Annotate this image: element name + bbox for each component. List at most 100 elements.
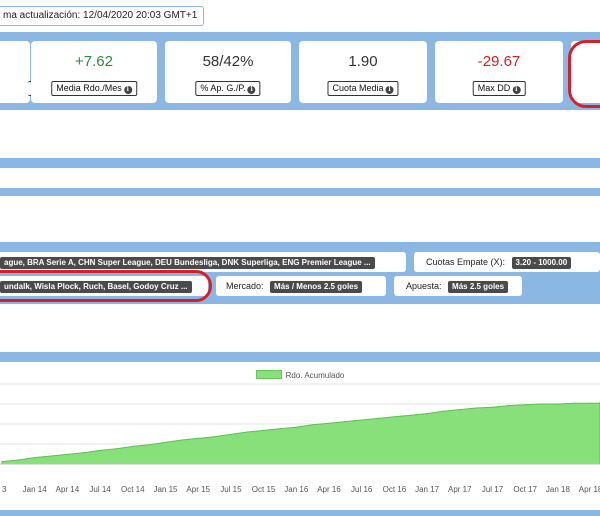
data-point[interactable] xyxy=(17,459,19,461)
data-point[interactable] xyxy=(573,402,575,404)
data-point[interactable] xyxy=(508,405,510,407)
dashboard: ma actualización: 12/04/2020 20:03 GMT+1… xyxy=(0,0,600,516)
filter-market-value: Más / Menos 2.5 goles xyxy=(270,281,363,293)
data-point[interactable] xyxy=(1,461,3,463)
data-point[interactable] xyxy=(148,444,150,446)
stat-label-text: Cuota Media xyxy=(332,83,384,93)
data-point[interactable] xyxy=(214,436,216,438)
data-point[interactable] xyxy=(99,449,101,451)
stat-card-max-dd: -29.67 Max DD i xyxy=(435,41,563,103)
stat-value-monthly-avg: +7.62 xyxy=(75,53,113,70)
filter-bet-label: Apuesta: xyxy=(406,281,442,291)
data-point[interactable] xyxy=(164,441,167,443)
stats-band: +7.62 Media Rdo./Mes i 58/42% % Ap. G./P.… xyxy=(0,32,600,110)
chart-card: Rdo. Acumulado 3 Jan 14 Apr 14 Jul 14 Oct 14… xyxy=(0,362,600,510)
stat-label-text: Max DD xyxy=(477,83,511,93)
data-point[interactable] xyxy=(295,426,297,428)
x-tick-label: Apr 14 xyxy=(56,485,80,494)
stat-card-partial xyxy=(0,41,32,103)
filter-market-label: Mercado: xyxy=(226,281,264,291)
x-tick-label: Jul 14 xyxy=(89,485,111,494)
filter-draw-odds[interactable]: Cuotas Empate (X): 3.20 - 1000.00 xyxy=(414,252,600,272)
chart-band: Rdo. Acumulado 3 Jan 14 Apr 14 Jul 14 Oct 14… xyxy=(0,352,600,516)
stat-card-hit-rate: 58/42% % Ap. G./P. i xyxy=(165,41,291,103)
data-point[interactable] xyxy=(393,416,395,418)
stat-value-max-dd: -29.67 xyxy=(477,53,521,70)
stat-label-avg-odds[interactable]: Cuota Media i xyxy=(327,81,399,96)
data-point[interactable] xyxy=(491,406,494,408)
data-point[interactable] xyxy=(410,414,412,416)
data-point[interactable] xyxy=(377,417,379,419)
data-point[interactable] xyxy=(312,424,314,426)
x-tick-label: Oct 17 xyxy=(513,485,537,494)
filter-leagues-value: ague, BRA Serie A, CHN Super League, DEU… xyxy=(0,257,375,269)
data-point[interactable] xyxy=(230,433,232,435)
x-tick-label: 3 xyxy=(2,485,7,494)
filter-leagues[interactable]: ague, BRA Serie A, CHN Super League, DEU… xyxy=(0,252,406,272)
data-point[interactable] xyxy=(246,431,248,433)
stat-card-avg-odds: 1.90 Cuota Media i xyxy=(299,41,427,103)
stat-value-hit-rate: 58/42% xyxy=(202,53,254,70)
data-point[interactable] xyxy=(83,452,85,454)
section-divider-1 xyxy=(0,158,600,168)
info-icon[interactable]: i xyxy=(123,86,132,94)
x-tick-label: Apr 18 xyxy=(579,485,600,494)
filter-bet[interactable]: Apuesta: Más 2.5 goles xyxy=(394,276,522,296)
x-tick-label: Jul 17 xyxy=(482,485,504,494)
info-icon[interactable]: i xyxy=(385,86,394,94)
stat-label-text: % Ap. G./P. xyxy=(200,83,246,93)
stat-value-avg-odds: 1.90 xyxy=(348,53,378,70)
data-point[interactable] xyxy=(426,413,428,415)
x-tick-label: Jan 14 xyxy=(23,485,48,494)
stat-label-max-dd[interactable]: Max DD i xyxy=(472,81,526,96)
section-divider-2 xyxy=(0,188,600,196)
filter-market[interactable]: Mercado: Más / Menos 2.5 goles xyxy=(216,276,386,296)
data-point[interactable] xyxy=(66,453,68,455)
last-update-badge: ma actualización: 12/04/2020 20:03 GMT+1 xyxy=(0,6,205,26)
data-point[interactable] xyxy=(475,407,477,409)
highlight-oval-teams xyxy=(0,270,212,302)
last-update-text: ma actualización: 12/04/2020 20:03 GMT+1 xyxy=(3,10,198,21)
x-tick-label: Jan 18 xyxy=(546,485,571,494)
x-tick-label: Jan 15 xyxy=(153,485,178,494)
stat-label-text: Media Rdo./Mes xyxy=(56,83,122,93)
data-point[interactable] xyxy=(279,428,281,430)
x-tick-label: Jul 16 xyxy=(351,485,373,494)
x-tick-label: Oct 14 xyxy=(121,485,145,494)
filter-draw-odds-value: 3.20 - 1000.00 xyxy=(511,257,572,269)
stat-label-monthly-avg[interactable]: Media Rdo./Mes i xyxy=(51,81,137,96)
data-point[interactable] xyxy=(541,403,543,405)
x-tick-label: Jan 16 xyxy=(284,485,309,494)
cumulative-result-chart: 3 Jan 14 Apr 14 Jul 14 Oct 14 Jan 15 Apr 15 Jul… xyxy=(0,383,600,494)
data-point[interactable] xyxy=(132,445,134,447)
series-area-rdo-acumulado[interactable] xyxy=(1,401,600,465)
stat-card-monthly-avg: +7.62 Media Rdo./Mes i xyxy=(31,41,157,103)
x-tick-label: Jan 17 xyxy=(415,485,440,494)
data-point[interactable] xyxy=(459,409,461,411)
stat-label-hit-rate[interactable]: % Ap. G./P. i xyxy=(195,81,261,96)
data-point[interactable] xyxy=(115,448,118,450)
data-point[interactable] xyxy=(442,410,445,412)
data-point[interactable] xyxy=(263,429,265,431)
data-point[interactable] xyxy=(524,404,526,406)
info-icon[interactable]: i xyxy=(512,86,521,94)
data-point[interactable] xyxy=(34,457,36,459)
data-point[interactable] xyxy=(557,403,559,405)
x-tick-label: Apr 15 xyxy=(186,485,210,494)
info-icon[interactable]: i xyxy=(247,86,256,94)
filter-bet-value: Más 2.5 goles xyxy=(448,281,509,293)
data-point[interactable] xyxy=(328,422,330,424)
data-point[interactable] xyxy=(181,439,183,441)
filter-draw-odds-label: Cuotas Empate (X): xyxy=(426,257,506,267)
x-tick-label: Oct 16 xyxy=(383,485,407,494)
x-tick-label: Apr 17 xyxy=(448,485,472,494)
x-tick-label: Oct 15 xyxy=(252,485,276,494)
data-point[interactable] xyxy=(344,421,346,423)
highlight-oval-stat xyxy=(568,40,600,108)
data-point[interactable] xyxy=(197,437,199,439)
x-tick-label: Apr 16 xyxy=(317,485,341,494)
data-point[interactable] xyxy=(590,402,592,404)
data-point[interactable] xyxy=(361,419,363,421)
x-tick-label: Jul 15 xyxy=(220,485,242,494)
data-point[interactable] xyxy=(50,455,52,457)
